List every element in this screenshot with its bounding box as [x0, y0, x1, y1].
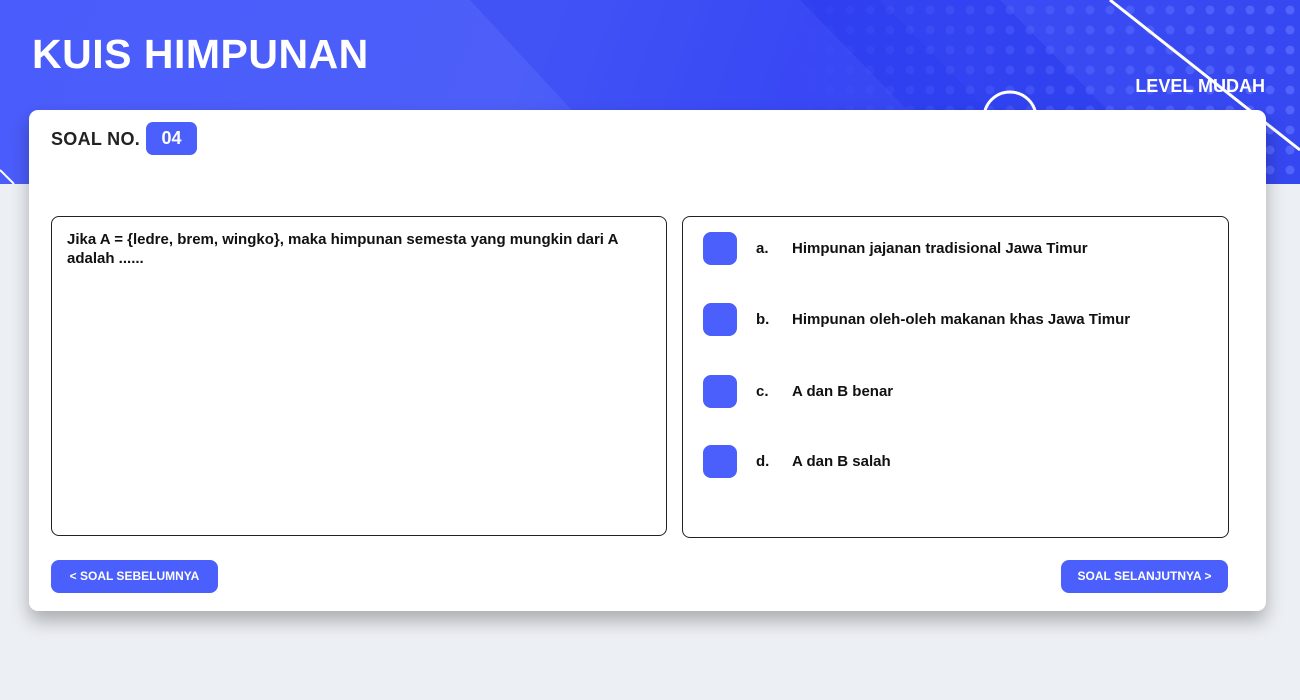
option-b-letter: b.	[756, 311, 770, 328]
question-number-label: SOAL NO.	[51, 129, 141, 149]
option-a[interactable]: a. Himpunan jajanan tradisional Jawa Tim…	[703, 232, 1203, 266]
app-title: KUIS HIMPUNAN	[32, 31, 369, 77]
question-text: Jika A = {ledre, brem, wingko}, maka him…	[67, 231, 618, 267]
answers-panel: a. Himpunan jajanan tradisional Jawa Tim…	[682, 216, 1229, 538]
question-panel: Jika A = {ledre, brem, wingko}, maka him…	[51, 216, 667, 536]
option-c-checkbox[interactable]	[703, 375, 737, 408]
option-d-text: A dan B salah	[792, 453, 891, 470]
option-a-text: Himpunan jajanan tradisional Jawa Timur	[792, 240, 1088, 257]
option-c-text: A dan B benar	[792, 383, 894, 400]
level-label: LEVEL MUDAH	[1135, 76, 1265, 96]
option-a-letter: a.	[756, 240, 769, 257]
question-number-badge: 04	[146, 122, 197, 155]
previous-question-button[interactable]: < SOAL SEBELUMNYA	[51, 560, 218, 593]
option-d-letter: d.	[756, 453, 770, 470]
option-c-letter: c.	[756, 383, 769, 400]
option-b[interactable]: b. Himpunan oleh-oleh makanan khas Jawa …	[703, 303, 1203, 337]
option-b-text: Himpunan oleh-oleh makanan khas Jawa Tim…	[792, 311, 1131, 328]
option-c[interactable]: c. A dan B benar	[703, 375, 1203, 409]
option-d[interactable]: d. A dan B salah	[703, 445, 1203, 479]
option-a-checkbox[interactable]	[703, 232, 737, 265]
quiz-card: SOAL NO. 04 Jika A = {ledre, brem, wingk…	[29, 110, 1266, 611]
option-d-checkbox[interactable]	[703, 445, 737, 478]
option-b-checkbox[interactable]	[703, 303, 737, 336]
next-question-button[interactable]: SOAL SELANJUTNYA >	[1061, 560, 1228, 593]
